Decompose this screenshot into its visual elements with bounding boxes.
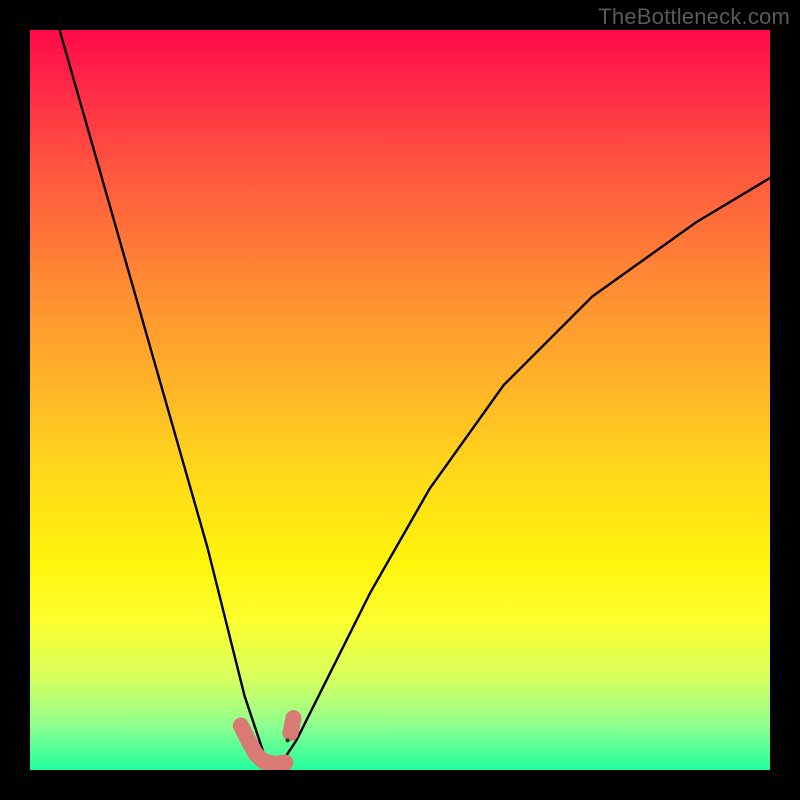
- plot-area: [30, 30, 770, 770]
- marker-dot: [233, 718, 249, 734]
- marker-dot: [285, 710, 301, 726]
- min-point-dot: [286, 738, 290, 742]
- marker-dot: [282, 725, 298, 741]
- marker-cluster: [233, 710, 302, 770]
- marker-dot: [277, 755, 293, 770]
- curve-svg: [30, 30, 770, 770]
- chart-frame: TheBottleneck.com: [0, 0, 800, 800]
- watermark-text: TheBottleneck.com: [598, 4, 790, 30]
- bottleneck-curve: [60, 30, 770, 766]
